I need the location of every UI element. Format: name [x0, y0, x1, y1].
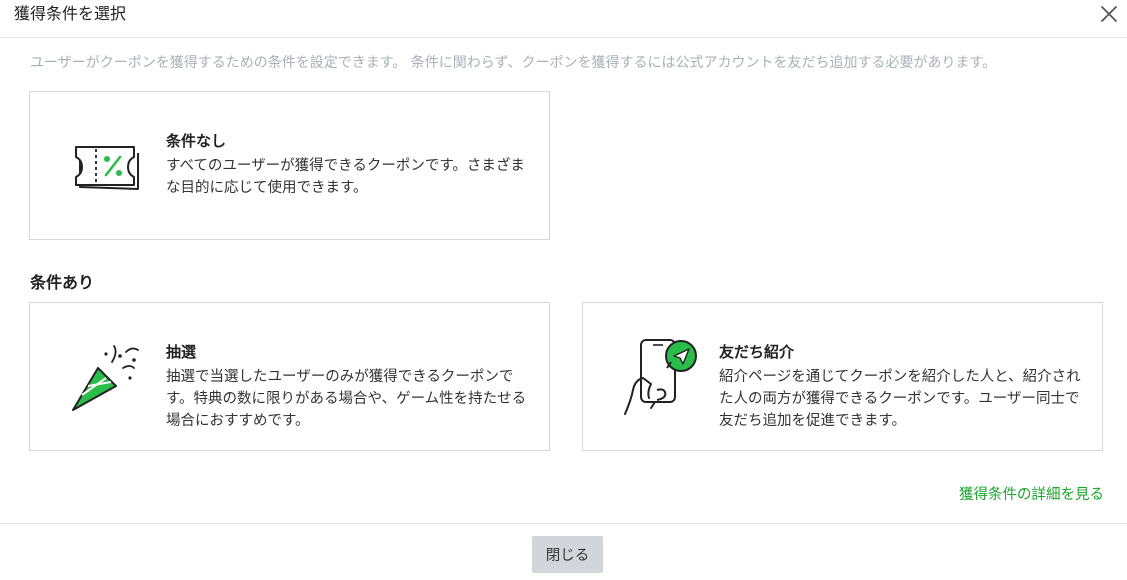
option-description: すべてのユーザーが獲得できるクーポンです。さまざまな目的に応じて使用できます。: [166, 158, 525, 196]
option-title: 抽選: [166, 343, 197, 361]
option-friend-referral[interactable]: 友だち紹介 紹介ページを通じてクーポンを紹介した人と、紹介された人の両方が獲得で…: [582, 302, 1103, 451]
option-no-condition[interactable]: 条件なし すべてのユーザーが獲得できるクーポンです。さまざまな目的に応じて使用で…: [29, 91, 550, 240]
close-icon[interactable]: [1097, 2, 1121, 26]
coupon-ticket-icon: [68, 127, 144, 207]
dialog-title: 獲得条件を選択: [14, 4, 127, 23]
dialog-footer: 閉じる: [0, 523, 1127, 580]
dialog-description: ユーザーがクーポンを獲得するための条件を設定できます。 条件に関わらず、クーポン…: [30, 55, 997, 71]
section-heading-with-condition: 条件あり: [30, 273, 95, 292]
condition-details-link[interactable]: 獲得条件の詳細を見る: [959, 485, 1104, 505]
option-title: 友だち紹介: [719, 343, 795, 361]
option-lottery[interactable]: 抽選 抽選で当選したユーザーのみが獲得できるクーポンです。特典の数に限りがある場…: [29, 302, 550, 451]
dialog-header: 獲得条件を選択: [0, 0, 1127, 38]
party-popper-icon: [68, 338, 144, 418]
phone-share-icon: [621, 338, 697, 418]
option-title: 条件なし: [166, 132, 227, 150]
close-button[interactable]: 閉じる: [532, 536, 603, 573]
option-description: 抽選で当選したユーザーのみが獲得できるクーポンです。特典の数に限りがある場合や、…: [166, 369, 527, 429]
option-description: 紹介ページを通じてクーポンを紹介した人と、紹介された人の両方が獲得できるクーポン…: [719, 369, 1081, 429]
